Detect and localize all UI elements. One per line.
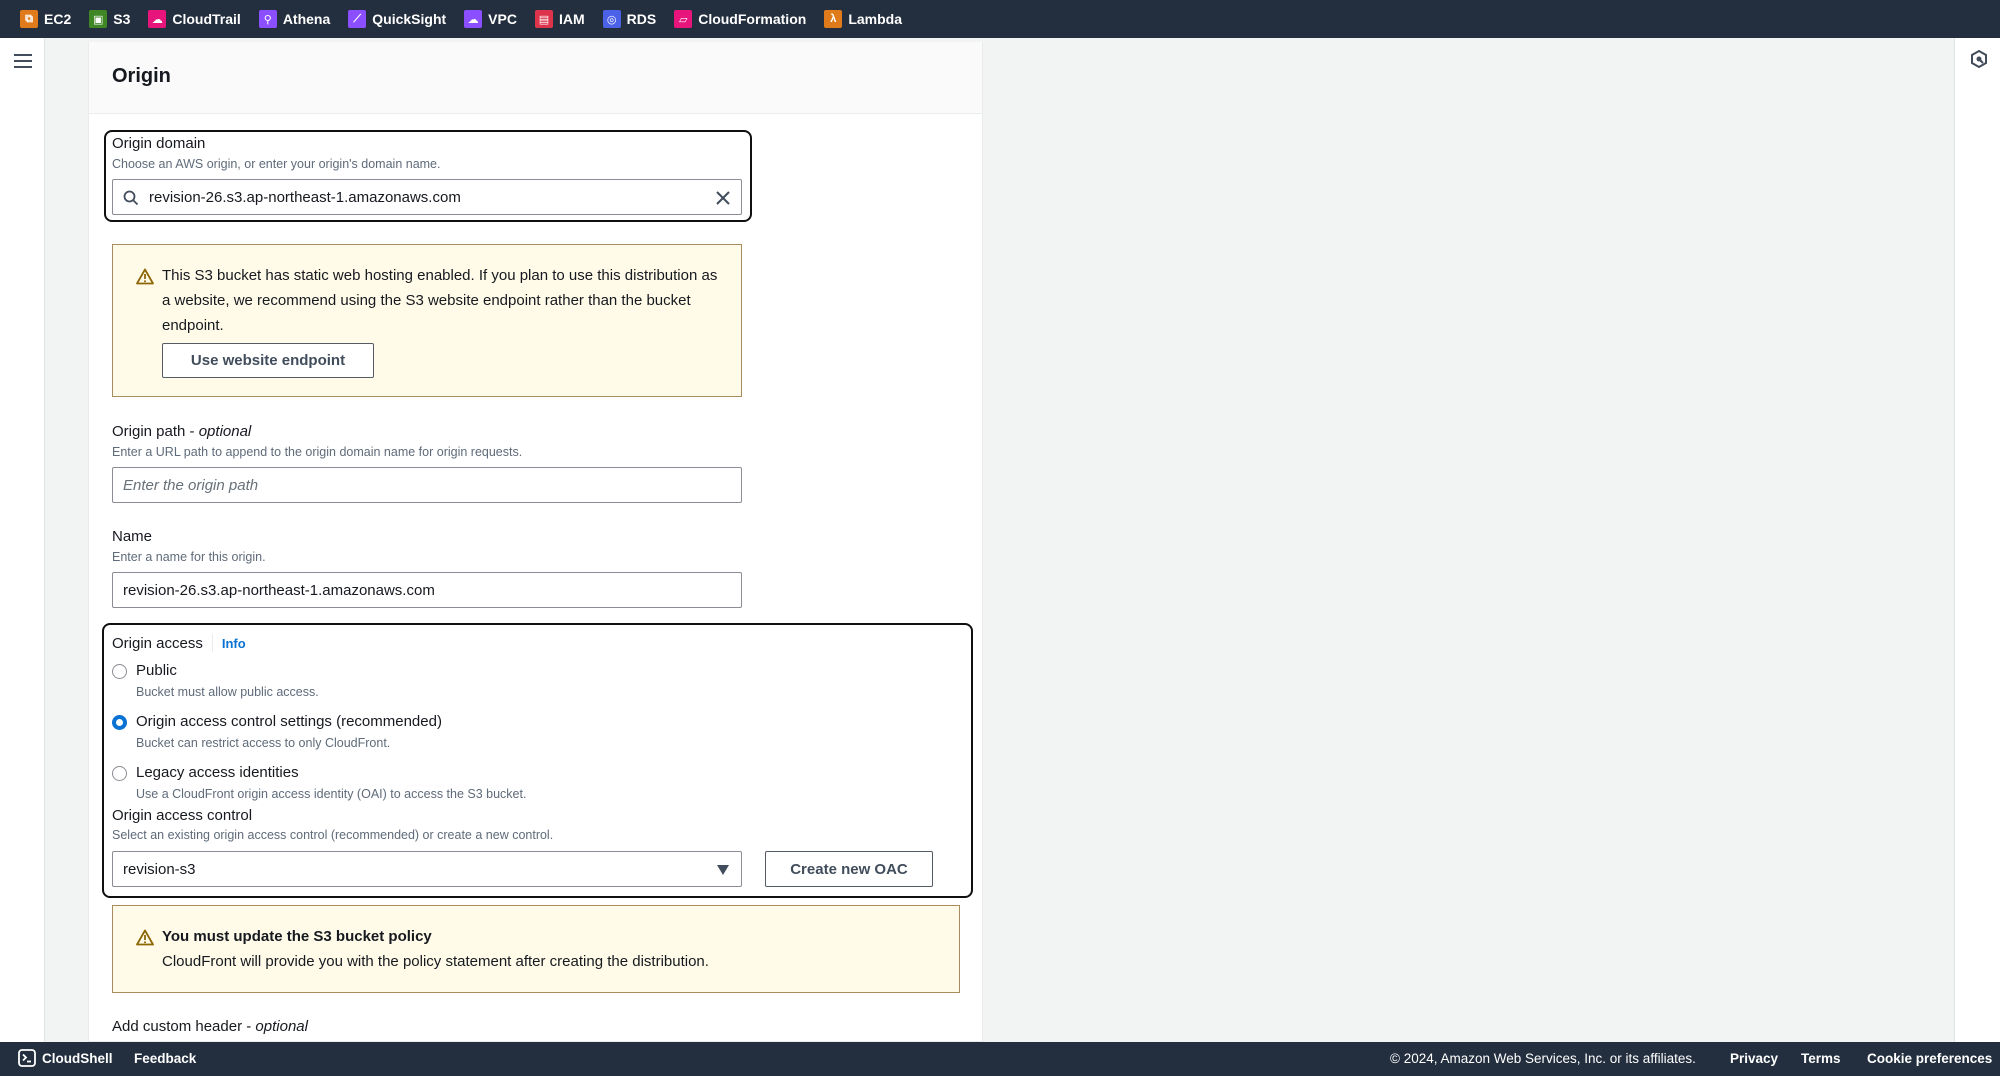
- origin-access-header: Origin access Info: [112, 634, 246, 652]
- cloudtrail-icon: ☁: [148, 10, 167, 28]
- radio-public-label[interactable]: Public: [136, 662, 177, 679]
- origin-access-control-selected: revision-s3: [123, 860, 196, 878]
- nav-service-label: Lambda: [848, 11, 902, 27]
- caret-down-icon: [717, 865, 729, 875]
- origin-domain-value: revision-26.s3.ap-northeast-1.amazonaws.…: [149, 188, 461, 206]
- panel-title: Origin: [112, 65, 171, 87]
- radio-public[interactable]: [112, 664, 127, 679]
- use-website-endpoint-button[interactable]: Use website endpoint: [162, 343, 374, 378]
- nav-service-label: QuickSight: [372, 11, 447, 27]
- origin-access-control-description: Select an existing origin access control…: [112, 828, 554, 842]
- bucket-policy-warning-title: You must update the S3 bucket policy: [162, 928, 432, 945]
- static-hosting-warning-text: This S3 bucket has static web hosting en…: [162, 267, 718, 334]
- nav-service-label: RDS: [626, 11, 657, 27]
- nav-service-iam[interactable]: ▤ IAM: [534, 10, 585, 28]
- origin-access-control-label: Origin access control: [112, 807, 253, 824]
- search-icon: [123, 190, 139, 206]
- top-navigation-bar: ⧉ EC2 ▣ S3 ☁ CloudTrail ⚲ Athena ⟋ QuickSight ☁ VPC…: [0, 0, 2000, 38]
- bucket-policy-warning: You must update the S3 bucket policy Clo…: [112, 905, 960, 993]
- nav-service-quicksight[interactable]: ⟋ QuickSight: [348, 10, 446, 28]
- radio-legacy-access-identities-label[interactable]: Legacy access identities: [136, 764, 299, 781]
- name-input[interactable]: revision-26.s3.ap-northeast-1.amazonaws.…: [112, 572, 742, 608]
- info-link[interactable]: Info: [222, 636, 246, 651]
- origin-access-control-select[interactable]: revision-s3: [112, 851, 742, 887]
- nav-service-ec2[interactable]: ⧉ EC2: [20, 10, 71, 28]
- radio-legacy-access-identities[interactable]: [112, 766, 127, 781]
- ec2-icon: ⧉: [20, 10, 38, 28]
- privacy-link[interactable]: Privacy: [1730, 1051, 1778, 1066]
- footer: CloudShell Feedback © 2024, Amazon Web S…: [0, 1042, 2000, 1076]
- rds-icon: ◎: [602, 10, 621, 28]
- divider: [211, 634, 213, 652]
- origin-path-input[interactable]: Enter the origin path: [112, 467, 742, 503]
- nav-service-label: Athena: [282, 11, 331, 27]
- copyright-text: © 2024, Amazon Web Services, Inc. or its…: [1390, 1051, 1696, 1066]
- bucket-policy-warning-text: CloudFront will provide you with the pol…: [162, 953, 709, 970]
- left-rail: [0, 38, 45, 1042]
- custom-header-label: Add custom header - optional: [112, 1018, 308, 1035]
- panel-header: Origin: [89, 42, 982, 114]
- nav-service-vpc[interactable]: ☁ VPC: [464, 10, 517, 28]
- nav-service-lambda[interactable]: λ Lambda: [824, 10, 902, 28]
- create-new-oac-button[interactable]: Create new OAC: [765, 851, 933, 887]
- quicksight-icon: ⟋: [348, 10, 367, 28]
- nav-service-label: S3: [113, 11, 131, 27]
- help-panel-icon[interactable]: [1969, 49, 1989, 69]
- athena-icon: ⚲: [258, 10, 277, 28]
- terminal-icon: [18, 1049, 36, 1067]
- nav-service-athena[interactable]: ⚲ Athena: [258, 10, 331, 28]
- radio-origin-access-control[interactable]: [112, 715, 127, 730]
- cookie-preferences-link[interactable]: Cookie preferences: [1867, 1051, 1992, 1066]
- nav-service-label: IAM: [558, 11, 585, 27]
- origin-path-label: Origin path - optional: [112, 423, 252, 440]
- nav-service-rds[interactable]: ◎ RDS: [602, 10, 657, 28]
- cloudshell-button[interactable]: CloudShell: [18, 1049, 113, 1067]
- origin-domain-description: Choose an AWS origin, or enter your orig…: [112, 157, 441, 171]
- name-description: Enter a name for this origin.: [112, 550, 266, 564]
- origin-access-control-label-group: Origin access control Select an existing…: [112, 807, 553, 842]
- radio-origin-access-control-label[interactable]: Origin access control settings (recommen…: [136, 713, 442, 730]
- static-hosting-warning: This S3 bucket has static web hosting en…: [112, 244, 742, 397]
- cloudshell-label: CloudShell: [42, 1050, 113, 1066]
- nav-service-label: VPC: [488, 11, 517, 27]
- iam-icon: ▤: [534, 10, 553, 28]
- cloudformation-icon: ▱: [674, 10, 693, 28]
- s3-icon: ▣: [89, 10, 108, 28]
- feedback-link[interactable]: Feedback: [134, 1051, 196, 1066]
- radio-public-description: Bucket must allow public access.: [136, 685, 319, 699]
- origin-domain-label: Origin domain: [112, 135, 206, 152]
- name-label: Name: [112, 528, 153, 545]
- origin-domain-input[interactable]: revision-26.s3.ap-northeast-1.amazonaws.…: [112, 179, 742, 215]
- nav-service-cloudformation[interactable]: ▱ CloudFormation: [674, 10, 806, 28]
- clear-icon[interactable]: [715, 190, 731, 206]
- warning-icon: [136, 268, 154, 285]
- nav-service-label: EC2: [44, 11, 72, 27]
- vpc-icon: ☁: [464, 10, 483, 28]
- name-label-group: Name Enter a name for this origin.: [112, 528, 266, 564]
- menu-icon[interactable]: [14, 54, 32, 68]
- origin-path-description: Enter a URL path to append to the origin…: [112, 445, 523, 459]
- nav-service-cloudtrail[interactable]: ☁ CloudTrail: [148, 10, 241, 28]
- terms-link[interactable]: Terms: [1801, 1051, 1841, 1066]
- nav-service-s3[interactable]: ▣ S3: [89, 10, 130, 28]
- nav-service-label: CloudTrail: [172, 11, 241, 27]
- origin-path-label-group: Origin path - optional Enter a URL path …: [112, 423, 522, 459]
- right-rail: [1954, 38, 2000, 1042]
- warning-icon: [136, 929, 154, 946]
- lambda-icon: λ: [824, 10, 843, 28]
- origin-access-label: Origin access: [112, 634, 203, 652]
- radio-legacy-access-identities-description: Use a CloudFront origin access identity …: [136, 787, 527, 801]
- nav-service-label: CloudFormation: [698, 11, 807, 27]
- origin-domain-label-group: Origin domain Choose an AWS origin, or e…: [112, 135, 440, 171]
- radio-origin-access-control-description: Bucket can restrict access to only Cloud…: [136, 736, 391, 750]
